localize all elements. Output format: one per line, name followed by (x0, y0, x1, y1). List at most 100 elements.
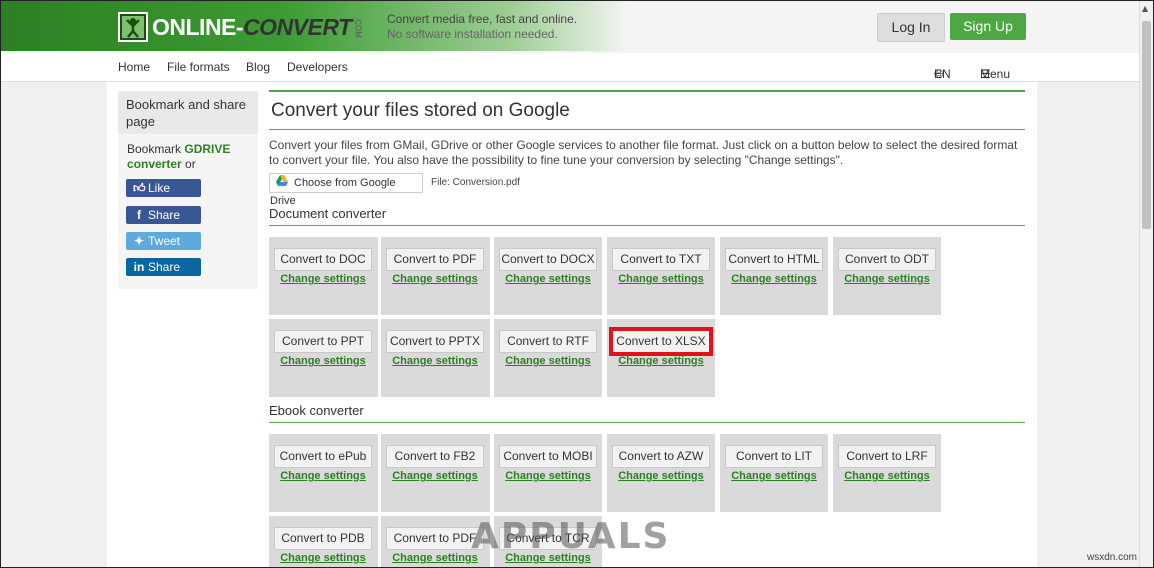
linkedin-share-button[interactable]: in Share (126, 258, 201, 276)
ebook-converter-tile: Convert to PDB Change settings (269, 516, 378, 567)
login-button[interactable]: Log In (877, 13, 945, 42)
convert-button[interactable]: Convert to FB2 (386, 445, 484, 468)
page-description: Convert your files from GMail, GDrive or… (269, 138, 1018, 167)
convert-button[interactable]: Convert to LIT (725, 445, 823, 468)
ebook-converter-tile: Convert to LIT Change settings (720, 434, 828, 512)
signup-button[interactable]: Sign Up (950, 13, 1026, 40)
change-settings-link[interactable]: Change settings (269, 552, 377, 564)
ebook-converter-title: Ebook converter (269, 403, 364, 418)
change-settings-link[interactable]: Change settings (494, 355, 602, 367)
change-settings-link[interactable]: Change settings (833, 470, 941, 482)
convert-button[interactable]: Convert to LRF (838, 445, 936, 468)
convert-button[interactable]: Convert to MOBI (499, 445, 597, 468)
logo-figure-icon (118, 12, 148, 42)
ebook-converter-tile: Convert to AZW Change settings (607, 434, 715, 512)
google-drive-icon (276, 174, 288, 192)
document-converter-tile: Convert to HTML Change settings (720, 237, 828, 315)
document-converter-tile: Convert to RTF Change settings (494, 319, 602, 397)
convert-button[interactable]: Convert to PDB (274, 527, 372, 550)
watermark-credit: wsxdn.com (1087, 552, 1138, 563)
document-converter-title: Document converter (269, 206, 387, 221)
watermark: APPUALS (471, 516, 671, 557)
nav-item-developers[interactable]: Developers (287, 60, 348, 74)
convert-button[interactable]: Convert to PDF (386, 527, 484, 550)
main-nav: Home File formats Blog Developers EN 🌐︎ … (1, 53, 1141, 82)
thumbs-up-icon: 👍︎ (133, 181, 146, 195)
hamburger-icon: ☰ (980, 67, 991, 81)
scrollbar-thumb[interactable] (1142, 21, 1151, 229)
change-settings-link[interactable]: Change settings (381, 273, 489, 285)
document-converter-tile: Convert to ODT Change settings (833, 237, 941, 315)
bookmark-prefix: Bookmark (127, 142, 185, 156)
nav-item-file-formats[interactable]: File formats (167, 60, 230, 74)
scroll-up-arrow-icon[interactable]: ▲ (1142, 4, 1148, 13)
globe-icon: 🌐︎ (934, 67, 944, 81)
change-settings-link[interactable]: Change settings (607, 355, 715, 367)
change-settings-link[interactable]: Change settings (269, 355, 377, 367)
change-settings-link[interactable]: Change settings (381, 470, 489, 482)
convert-button[interactable]: Convert to PPTX (386, 330, 484, 353)
ebook-converter-underline (269, 422, 1025, 423)
document-converter-tile: Convert to PDF Change settings (381, 237, 490, 315)
logo-text-main: ONLINE- (152, 13, 244, 40)
file-label: File: Conversion.pdf (431, 177, 520, 188)
convert-button[interactable]: Convert to ePub (274, 445, 372, 468)
site-header: ONLINE-CONVERT .COM Convert media free, … (1, 1, 1141, 53)
convert-button[interactable]: Convert to TXT (612, 248, 710, 271)
convert-button[interactable]: Convert to DOC (274, 248, 372, 271)
change-settings-link[interactable]: Change settings (720, 470, 828, 482)
site-logo[interactable]: ONLINE-CONVERT .COM (118, 9, 363, 45)
change-settings-link[interactable]: Change settings (494, 273, 602, 285)
change-settings-link[interactable]: Change settings (269, 470, 377, 482)
nav-item-blog[interactable]: Blog (246, 60, 270, 74)
share-label: Share (148, 208, 181, 222)
facebook-icon: f (137, 208, 141, 222)
convert-button[interactable]: Convert to PDF (386, 248, 484, 271)
tagline: Convert media free, fast and online. No … (387, 12, 577, 42)
browser-viewport: ONLINE-CONVERT .COM Convert media free, … (0, 0, 1154, 568)
facebook-like-button[interactable]: 👍︎ Like (126, 179, 201, 197)
logo-com: .COM (353, 16, 363, 38)
convert-button[interactable]: Convert to DOCX (499, 248, 597, 271)
document-converter-tile: Convert to DOC Change settings (269, 237, 378, 315)
convert-button[interactable]: Convert to ODT (838, 248, 936, 271)
convert-button[interactable]: Convert to XLSX (609, 327, 713, 356)
convert-button[interactable]: Convert to RTF (499, 330, 597, 353)
change-settings-link[interactable]: Change settings (269, 273, 377, 285)
bookmark-suffix: or (181, 157, 196, 171)
ebook-converter-tile: Convert to LRF Change settings (833, 434, 941, 512)
tweet-label: Tweet (148, 234, 181, 248)
page-title: Convert your files stored on Google (271, 100, 570, 121)
change-settings-link[interactable]: Change settings (720, 273, 828, 285)
ebook-converter-tile: Convert to ePub Change settings (269, 434, 378, 512)
bookmark-text: Bookmark GDRIVE converter or (127, 142, 247, 172)
tagline-line2: No software installation needed. (387, 27, 558, 41)
title-top-line (269, 90, 1025, 92)
title-underline (269, 129, 1025, 130)
change-settings-link[interactable]: Change settings (381, 355, 489, 367)
choose-google-drive-button[interactable]: Choose from Google Drive (269, 173, 423, 207)
vertical-scrollbar[interactable]: ▲ (1139, 1, 1153, 567)
sidebar-title: Bookmark and share page (118, 91, 258, 134)
convert-button[interactable]: Convert to HTML (725, 248, 823, 271)
change-settings-link[interactable]: Change settings (607, 273, 715, 285)
facebook-share-button[interactable]: f Share (126, 206, 201, 224)
tweet-button[interactable]: ✦ Tweet (126, 232, 201, 250)
document-converter-tile: Convert to PPT Change settings (269, 319, 378, 397)
ebook-converter-tile: Convert to MOBI Change settings (494, 434, 602, 512)
change-settings-link[interactable]: Change settings (833, 273, 941, 285)
linkedin-share-label: Share (148, 260, 181, 274)
change-settings-link[interactable]: Change settings (494, 470, 602, 482)
document-converter-underline (269, 225, 1025, 226)
twitter-icon: ✦ (133, 234, 145, 248)
nav-item-home[interactable]: Home (118, 60, 150, 74)
convert-button[interactable]: Convert to PPT (274, 330, 372, 353)
document-converter-tile: Convert to XLSX Change settings (607, 319, 715, 397)
logo-text-convert: CONVERT (243, 13, 352, 40)
document-converter-tile: Convert to PPTX Change settings (381, 319, 490, 397)
document-converter-tile: Convert to TXT Change settings (607, 237, 715, 315)
convert-button[interactable]: Convert to AZW (612, 445, 710, 468)
document-converter-tile: Convert to DOCX Change settings (494, 237, 602, 315)
tagline-line1: Convert media free, fast and online. (387, 12, 578, 26)
change-settings-link[interactable]: Change settings (607, 470, 715, 482)
